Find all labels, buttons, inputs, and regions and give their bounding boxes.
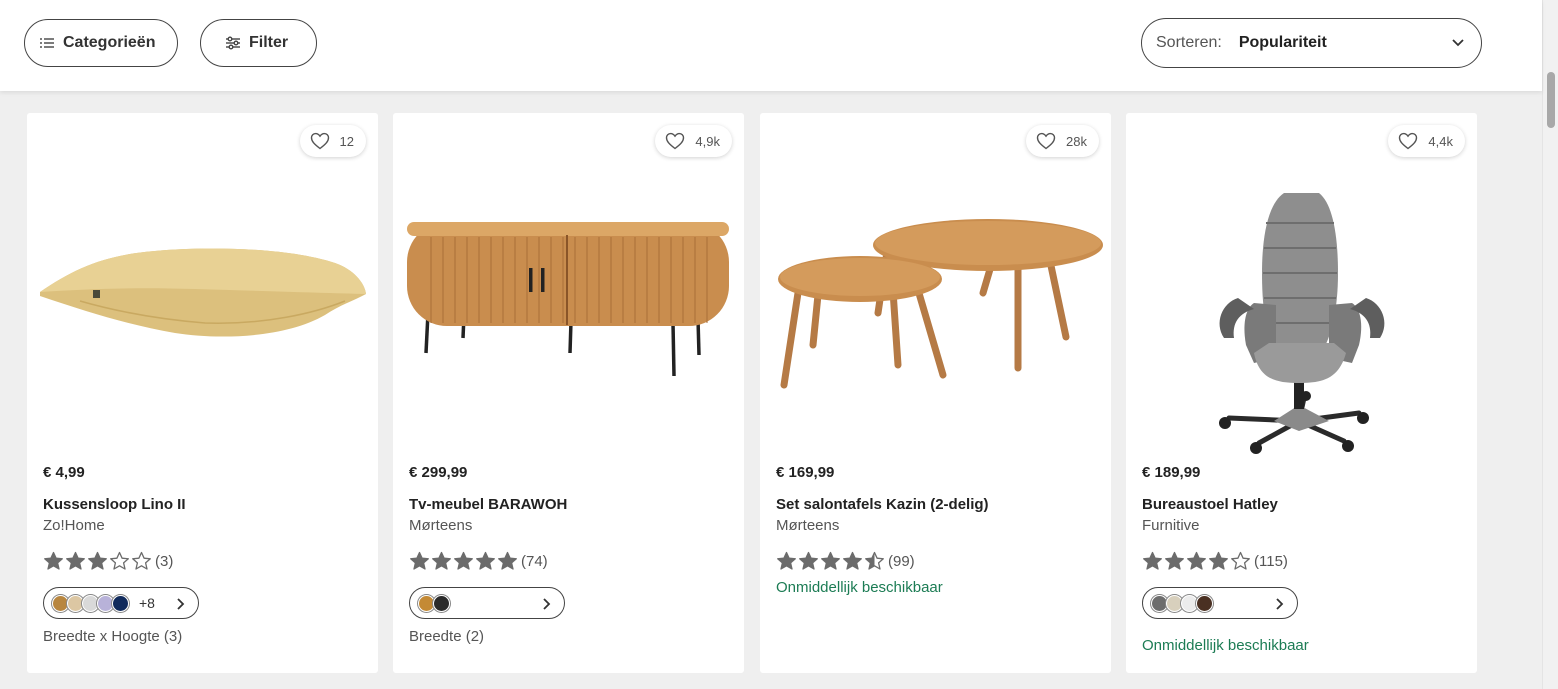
sort-label: Sorteren: (1156, 34, 1222, 51)
product-title[interactable]: Kussensloop Lino II (43, 496, 186, 513)
variant-info: Breedte (2) (409, 628, 485, 645)
product-price: € 189,99 (1142, 464, 1201, 481)
favorite-count: 4,4k (1428, 133, 1453, 149)
star-icon (843, 551, 862, 570)
chevron-right-icon (540, 597, 552, 610)
star-icon (66, 551, 85, 570)
rating: (115) (1142, 551, 1288, 571)
product-card[interactable]: 12 € 4,99 Kussensloop Lino II Zo!Home (3… (27, 113, 378, 673)
color-swatch[interactable] (433, 594, 450, 612)
variant-info: Breedte x Hoogte (3) (43, 628, 183, 645)
product-brand: Zo!Home (43, 517, 105, 534)
star-icon (1165, 551, 1184, 570)
star-icon (1209, 551, 1228, 570)
availability: Onmiddellijk beschikbaar (776, 579, 943, 596)
rating: (99) (776, 551, 915, 571)
color-swatches[interactable] (409, 587, 565, 619)
chevron-down-icon (1451, 36, 1465, 50)
filter-label: Filter (249, 34, 289, 51)
star-icon (410, 551, 429, 570)
heart-icon (1399, 132, 1418, 150)
color-swatches[interactable]: +8 (43, 587, 199, 619)
swatch-list (1151, 594, 1213, 612)
star-icon (865, 551, 884, 570)
categories-label: Categorieën (63, 34, 156, 51)
star-icon (44, 551, 63, 570)
product-title[interactable]: Bureaustoel Hatley (1142, 496, 1278, 513)
product-price: € 169,99 (776, 464, 835, 481)
review-count: (74) (521, 552, 548, 570)
product-title[interactable]: Set salontafels Kazin (2-delig) (776, 496, 989, 513)
sort-dropdown[interactable]: Sorteren: Populariteit (1141, 18, 1482, 68)
sliders-icon (225, 35, 241, 51)
scrollbar-thumb[interactable] (1547, 72, 1555, 128)
star-icon (799, 551, 818, 570)
favorite-count: 12 (339, 133, 354, 149)
color-swatch[interactable] (112, 594, 129, 612)
list-icon (39, 35, 55, 51)
rating-stars (409, 551, 519, 571)
star-icon (777, 551, 796, 570)
rating-stars (43, 551, 153, 571)
rating: (74) (409, 551, 548, 571)
star-icon (1143, 551, 1162, 570)
favorite-button[interactable]: 12 (299, 125, 366, 157)
rating: (3) (43, 551, 173, 571)
color-swatch[interactable] (1196, 594, 1213, 612)
swatch-list (418, 594, 450, 612)
star-icon (498, 551, 517, 570)
favorite-count: 28k (1066, 133, 1087, 149)
star-icon (110, 551, 129, 570)
product-brand: Furnitive (1142, 517, 1200, 534)
color-swatches[interactable] (1142, 587, 1298, 619)
chevron-right-icon (1273, 597, 1285, 610)
product-brand: Mørteens (776, 517, 840, 534)
star-icon (821, 551, 840, 570)
heart-icon (1036, 132, 1056, 150)
heart-icon (666, 132, 685, 150)
heart-icon (310, 132, 329, 150)
product-card[interactable]: 4,9k € 299,99 Tv-meubel BARAWOH Mørteens… (393, 113, 744, 673)
product-card[interactable]: 28k € 169,99 Set salontafels Kazin (2-de… (760, 113, 1111, 673)
swatch-list (52, 594, 129, 612)
rating-stars (776, 551, 886, 571)
product-price: € 4,99 (43, 464, 85, 481)
favorite-button[interactable]: 4,4k (1388, 125, 1465, 157)
toolbar: Categorieën Filter Sorteren: Popularitei… (0, 0, 1542, 91)
star-icon (1231, 551, 1250, 570)
filter-button[interactable]: Filter (200, 19, 317, 67)
favorite-button[interactable]: 4,9k (655, 125, 732, 157)
star-icon (476, 551, 495, 570)
favorite-button[interactable]: 28k (1026, 125, 1099, 157)
availability: Onmiddellijk beschikbaar (1142, 637, 1309, 654)
product-brand: Mørteens (409, 517, 473, 534)
star-icon (88, 551, 107, 570)
sort-value: Populariteit (1238, 34, 1327, 51)
favorite-count: 4,9k (695, 133, 720, 149)
product-image[interactable] (401, 173, 736, 463)
star-icon (132, 551, 151, 570)
review-count: (3) (155, 552, 174, 570)
chevron-right-icon (174, 597, 186, 610)
product-title[interactable]: Tv-meubel BARAWOH (409, 496, 567, 513)
star-icon (1187, 551, 1206, 570)
star-icon (432, 551, 451, 570)
star-icon (454, 551, 473, 570)
review-count: (115) (1254, 552, 1288, 570)
categories-button[interactable]: Categorieën (24, 19, 178, 67)
product-image[interactable] (35, 173, 370, 463)
review-count: (99) (888, 552, 915, 570)
rating-stars (1142, 551, 1252, 571)
product-image[interactable] (1134, 173, 1469, 463)
product-card[interactable]: 4,4k € 189,99 Bureaustoel Hatley Furniti… (1126, 113, 1477, 673)
product-image[interactable] (768, 173, 1103, 463)
more-colors: +8 (139, 595, 155, 611)
scrollbar[interactable] (1542, 0, 1558, 689)
product-price: € 299,99 (409, 464, 468, 481)
